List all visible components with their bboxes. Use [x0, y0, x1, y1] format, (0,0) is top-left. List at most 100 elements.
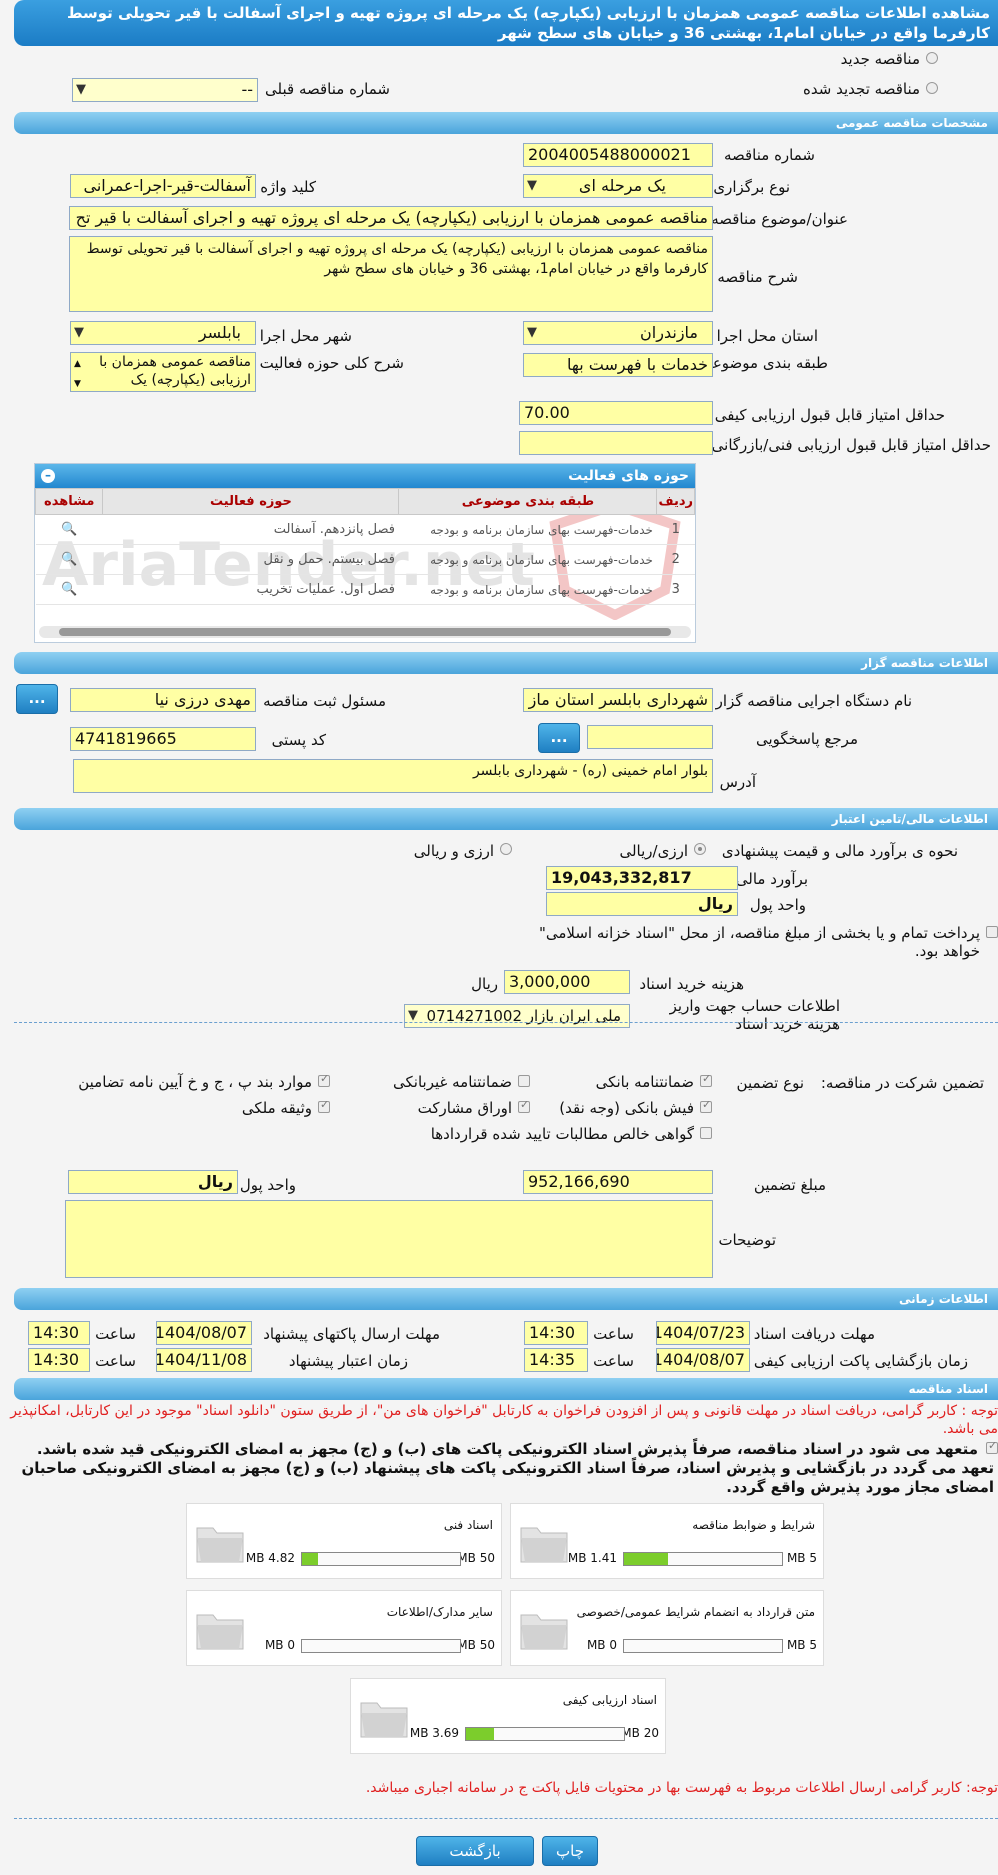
- guarantee-amount-label: مبلغ تضمین: [753, 1176, 826, 1194]
- province-select[interactable]: مازندران ▼: [523, 321, 713, 345]
- non-bank-guarantee-checkbox[interactable]: [518, 1075, 530, 1087]
- doc-name: متن قرارداد به انضمام شرایط عمومی/خصوصی: [576, 1605, 815, 1619]
- address-label: آدرس: [719, 773, 756, 791]
- currency-rial-radio[interactable]: [694, 843, 706, 855]
- bonds-checkbox[interactable]: [518, 1098, 530, 1113]
- currency-and-rial-radio[interactable]: [500, 843, 512, 855]
- property-collateral-option: وثیقه ملکی: [241, 1099, 312, 1117]
- table-row: 2 خدمات-فهرست بهای سازمان برنامه و بودجه…: [35, 544, 695, 575]
- time-label: ساعت: [95, 1352, 136, 1370]
- responder-lookup-button[interactable]: ...: [538, 723, 580, 753]
- view-icon[interactable]: 🔍: [35, 544, 103, 575]
- view-icon[interactable]: 🔍: [35, 514, 103, 545]
- doc-max: 5 MB: [786, 1551, 817, 1565]
- address-field: بلوار امام خمینی (ره) - شهرداری بابلسر: [73, 759, 713, 793]
- clause-items-checkbox[interactable]: [318, 1072, 330, 1087]
- folder-icon: [196, 1527, 244, 1563]
- scroll-up-icon[interactable]: ▲: [74, 355, 81, 373]
- registrar-lookup-button[interactable]: ...: [16, 684, 58, 714]
- registrar-label: مسئول ثبت مناقصه: [263, 692, 386, 710]
- agency-field: شهرداری بابلسر استان ماز: [523, 688, 713, 712]
- keyword-label: کلید واژه: [260, 178, 316, 196]
- notes-field: [65, 1200, 713, 1278]
- footer-note: توجه: کاربر گرامی ارسال اطلاعات مربوط به…: [365, 1780, 998, 1796]
- view-icon[interactable]: 🔍: [35, 574, 103, 605]
- subject-label: عنوان/موضوع مناقصه: [711, 210, 848, 228]
- holding-type-select[interactable]: یک مرحله ای ▼: [523, 174, 713, 198]
- currency-label: واحد پول: [749, 896, 806, 914]
- doc-name: اسناد ارزیابی کیفی: [562, 1693, 657, 1707]
- folder-icon: [196, 1614, 244, 1650]
- doc-name: سایر مدارک/اطلاعات: [386, 1605, 493, 1619]
- estimate-label: برآورد مالی: [735, 870, 808, 888]
- back-button[interactable]: بازگشت: [416, 1836, 534, 1866]
- previous-number-label: شماره مناقصه قبلی: [265, 80, 390, 98]
- doc-card[interactable]: متن قرارداد به انضمام شرایط عمومی/خصوصی …: [510, 1590, 824, 1666]
- doc-max: 5 MB: [786, 1638, 817, 1652]
- divider: [14, 1022, 998, 1023]
- doc-max: 50 MB: [457, 1551, 495, 1565]
- folder-icon: [360, 1702, 408, 1738]
- registrar-field: مهدی درزی نیا: [70, 688, 256, 712]
- account-select[interactable]: ملی ایران بازار 0714271002 ▼: [404, 1004, 630, 1028]
- subject-field: مناقصه عمومی همزمان با ارزیابی (یکپارچه)…: [69, 206, 713, 230]
- send-time: 14:30: [28, 1321, 90, 1345]
- renewed-tender-radio[interactable]: [926, 82, 938, 94]
- doc-used: 0 MB: [586, 1638, 617, 1652]
- time-label: ساعت: [593, 1352, 634, 1370]
- scroll-down-icon[interactable]: ▼: [74, 375, 81, 391]
- chevron-down-icon: ▼: [527, 325, 537, 340]
- cash-receipt-checkbox[interactable]: [700, 1098, 712, 1113]
- keyword-field: آسفالت-قیر-اجرا-عمرانی: [70, 174, 256, 198]
- doc-card[interactable]: اسناد فنی 50 MB 4.82 MB: [186, 1503, 502, 1579]
- chevron-down-icon: ▼: [76, 82, 86, 97]
- doc-cost-unit: ریال: [471, 975, 498, 993]
- print-button[interactable]: چاپ: [542, 1836, 598, 1866]
- doc-receive-label: مهلت دریافت اسناد: [753, 1325, 875, 1343]
- doc-card[interactable]: سایر مدارک/اطلاعات 50 MB 0 MB: [186, 1590, 502, 1666]
- upload-progress: [301, 1552, 461, 1566]
- new-tender-label: مناقصه جدید: [840, 50, 920, 68]
- table-row: 3 خدمات-فهرست بهای سازمان برنامه و بودجه…: [35, 574, 695, 605]
- cash-receipt-option: فیش بانکی (وجه نقد): [559, 1099, 694, 1117]
- activity-table-panel: حوزه های فعالیت – AriaTender.net ردیف طب…: [34, 463, 696, 643]
- claims-certificate-checkbox[interactable]: [700, 1127, 712, 1139]
- min-tech-label: حداقل امتیاز قابل قبول ارزیابی فنی/بازرگ…: [711, 436, 991, 454]
- agency-label: نام دستگاه اجرایی مناقصه گزار: [715, 692, 912, 710]
- col-category: طبقه بندی موضوعی: [398, 488, 658, 515]
- table-row: 1 خدمات-فهرست بهای سازمان برنامه و بودجه…: [35, 514, 695, 545]
- currency-rial-option: ارزی/ریالی: [619, 842, 688, 860]
- page-header: مشاهده اطلاعات مناقصه عمومی همزمان با ار…: [14, 0, 998, 46]
- property-collateral-checkbox[interactable]: [318, 1098, 330, 1113]
- city-select[interactable]: بابلسر ▼: [70, 321, 256, 345]
- collapse-icon[interactable]: –: [41, 469, 55, 483]
- treasury-checkbox[interactable]: [986, 926, 998, 938]
- doc-card[interactable]: اسناد ارزیابی کیفی 20 MB 3.69 MB: [350, 1678, 666, 1754]
- doc-cost-label: هزینه خرید اسناد: [639, 975, 744, 993]
- horizontal-scrollbar[interactable]: [39, 626, 691, 638]
- activity-desc-field[interactable]: مناقصه عمومی همزمان با ارزیابی (یکپارچه)…: [70, 352, 256, 392]
- doc-card[interactable]: شرایط و ضوابط مناقصه 5 MB 1.41 MB: [510, 1503, 824, 1579]
- notes-label: توضیحات: [718, 1231, 776, 1249]
- description-field: مناقصه عمومی همزمان با ارزیابی (یکپارچه)…: [69, 236, 713, 312]
- commit-text: متعهد می شود در اسناد مناقصه، صرفاً پذیر…: [21, 1440, 994, 1496]
- section-organizer: اطلاعات مناقصه گزار: [14, 652, 998, 674]
- responder-label: مرجع پاسخگویی: [755, 730, 858, 748]
- divider: [14, 1818, 998, 1819]
- validity-date: 1404/11/08: [156, 1348, 252, 1372]
- section-timing: اطلاعات زمانی: [14, 1288, 998, 1310]
- doc-max: 50 MB: [457, 1638, 495, 1652]
- doc-used: 0 MB: [264, 1638, 295, 1652]
- bonds-option: اوراق مشارکت: [417, 1099, 512, 1117]
- postal-label: کد پستی: [271, 731, 326, 749]
- folder-icon: [520, 1527, 568, 1563]
- upload-progress: [465, 1727, 625, 1741]
- page-title: مشاهده اطلاعات مناقصه عمومی همزمان با ار…: [66, 4, 990, 42]
- min-quality-field: 70.00: [519, 401, 713, 425]
- guarantee-type-label: نوع تضمین: [736, 1074, 804, 1092]
- bank-guarantee-checkbox[interactable]: [700, 1072, 712, 1087]
- previous-number-select[interactable]: -- ▼: [72, 78, 258, 102]
- new-tender-radio[interactable]: [926, 52, 938, 64]
- activity-table-title: حوزه های فعالیت: [568, 468, 689, 484]
- open-label: زمان بازگشایی پاکت ارزیابی کیفی: [753, 1352, 968, 1370]
